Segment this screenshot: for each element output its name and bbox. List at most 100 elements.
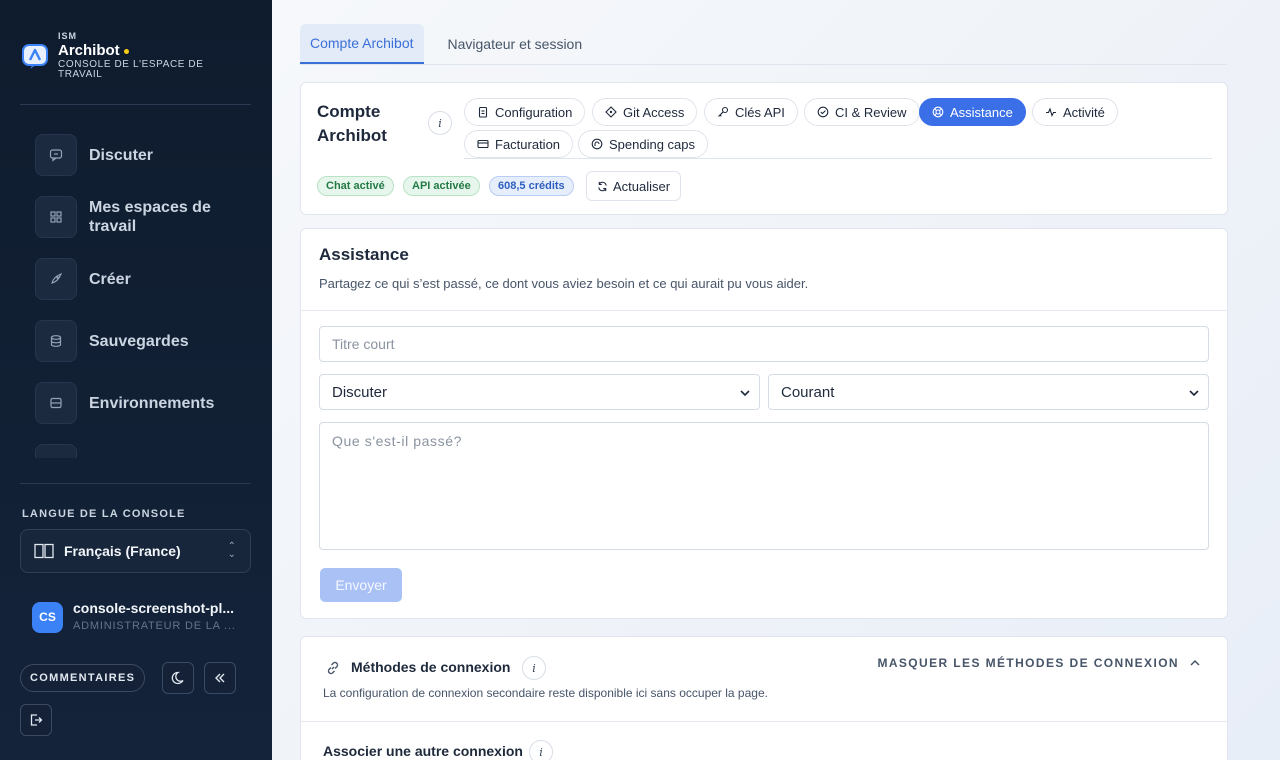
- chip-label: Assistance: [950, 104, 1013, 120]
- archibot-logo-icon: [22, 44, 48, 69]
- assistance-title: Assistance: [319, 245, 409, 264]
- description-textarea[interactable]: [319, 422, 1209, 550]
- key-icon: [718, 106, 729, 117]
- top-tabs: Compte Archibot Navigateur et session: [300, 24, 1227, 65]
- connections-description: La configuration de connexion secondaire…: [323, 686, 768, 700]
- sidebar-item-environnements[interactable]: Environnements: [20, 372, 252, 434]
- status-dot: [123, 48, 129, 54]
- chip-label: CI & Review: [835, 104, 907, 120]
- account-card: Compte Archibot i Configuration Git Acce…: [300, 82, 1228, 215]
- sidebar-item-label: Discuter: [89, 146, 154, 164]
- chevron-down-icon: [1189, 390, 1199, 397]
- chevrons-left-icon: [215, 673, 225, 683]
- chip-label: Git Access: [623, 104, 685, 120]
- grid-icon: [35, 196, 77, 238]
- chip-configuration[interactable]: Configuration: [464, 98, 586, 126]
- feedback-button[interactable]: COMMENTAIRES: [20, 664, 146, 692]
- chip-assistance[interactable]: Assistance: [919, 98, 1026, 126]
- theme-toggle-button[interactable]: [162, 662, 194, 694]
- logout-icon: [30, 714, 43, 726]
- info-button[interactable]: i: [428, 111, 452, 135]
- avatar: CS: [32, 601, 63, 633]
- brand-subtitle: CONSOLE DE L'ESPACE DE TRAVAIL: [58, 59, 204, 80]
- clipboard-icon: [478, 106, 488, 118]
- check-circle-icon: [817, 106, 829, 118]
- title-input[interactable]: [319, 326, 1209, 362]
- git-icon: [605, 106, 617, 118]
- main-content: Compte Archibot Navigateur et session Co…: [272, 0, 1280, 760]
- chip-label: Activité: [1063, 104, 1105, 120]
- collapse-sidebar-button[interactable]: [204, 662, 236, 694]
- sidebar-item-creer[interactable]: Créer: [20, 248, 252, 310]
- chip-label: Facturation: [495, 136, 561, 152]
- chip-ci-review[interactable]: CI & Review: [804, 98, 920, 126]
- connections-title: Méthodes de connexion: [351, 659, 511, 675]
- sidebar-item-label: Créer: [89, 270, 131, 288]
- chip-activite[interactable]: Activité: [1032, 98, 1118, 126]
- tab-navigateur-session[interactable]: Navigateur et session: [438, 24, 593, 64]
- chip-label: Configuration: [495, 104, 573, 120]
- lifebuoy-icon: [932, 106, 944, 118]
- sidebar-nav: Discuter Mes espaces de travail Créer Sa…: [20, 124, 252, 458]
- priority-selected: Courant: [781, 383, 835, 401]
- sidebar-item-more[interactable]: [20, 434, 252, 458]
- status-badge-chat: Chat activé: [317, 176, 394, 196]
- credits-badge: 608,5 crédits: [489, 176, 574, 196]
- logout-button[interactable]: [20, 704, 52, 736]
- activity-icon: [1046, 107, 1056, 117]
- database-icon: [35, 320, 77, 362]
- status-badge-api: API activée: [403, 176, 480, 196]
- book-icon: [34, 543, 54, 559]
- brand-kicker: ISM: [58, 31, 78, 41]
- sidebar-item-workspaces[interactable]: Mes espaces de travail: [20, 186, 252, 248]
- connections-card: Méthodes de connexion i La configuration…: [300, 636, 1228, 760]
- info-button[interactable]: i: [522, 656, 546, 680]
- sidebar-item-discuter[interactable]: Discuter: [20, 124, 252, 186]
- chip-facturation[interactable]: Facturation: [464, 130, 574, 158]
- brand-name: Archibot: [58, 42, 218, 60]
- chevron-updown-icon: ⌃ ⌄: [227, 541, 236, 560]
- chevron-down-icon: [740, 390, 750, 397]
- brand[interactable]: ISM Archibot CONSOLE DE L'ESPACE DE TRAV…: [22, 30, 218, 80]
- link-icon: [327, 661, 339, 675]
- assistance-description: Partagez ce qui s’est passé, ce dont vou…: [319, 276, 809, 291]
- sidebar-item-sauvegardes[interactable]: Sauvegardes: [20, 310, 252, 372]
- sidebar-item-label: Sauvegardes: [89, 332, 189, 350]
- refresh-icon: [598, 181, 607, 191]
- associate-connection-title: Associer une autre connexion: [323, 743, 523, 759]
- assistance-card: Assistance Partagez ce qui s’est passé, …: [300, 228, 1228, 619]
- sidebar: ISM Archibot CONSOLE DE L'ESPACE DE TRAV…: [0, 0, 272, 760]
- server-icon: [35, 382, 77, 424]
- category-select[interactable]: Discuter: [319, 374, 760, 410]
- rocket-icon: [35, 258, 77, 300]
- tab-compte-archibot[interactable]: Compte Archibot: [300, 24, 424, 64]
- sidebar-item-label: Mes espaces de travail: [89, 199, 211, 235]
- chip-label: Clés API: [735, 104, 785, 120]
- chevron-up-icon: [1190, 659, 1200, 666]
- chat-icon: [35, 134, 77, 176]
- user-name: console-screenshot-pl...: [73, 600, 235, 616]
- chip-cles-api[interactable]: Clés API: [704, 98, 798, 126]
- info-button[interactable]: i: [529, 740, 553, 760]
- language-select[interactable]: Français (France) ⌃ ⌄: [20, 529, 251, 573]
- submit-button[interactable]: Envoyer: [320, 568, 402, 602]
- sidebar-item-label: Environnements: [89, 394, 215, 412]
- chip-git-access[interactable]: Git Access: [592, 98, 698, 126]
- divider: [20, 483, 251, 484]
- user-role: ADMINISTRATEUR DE LA ...: [73, 620, 236, 632]
- chip-spending-caps[interactable]: Spending caps: [578, 130, 709, 158]
- refresh-label: Actualiser: [613, 178, 671, 194]
- user-profile[interactable]: CS console-screenshot-pl... ADMINISTRATE…: [32, 600, 241, 634]
- priority-select[interactable]: Courant: [768, 374, 1209, 410]
- refresh-button[interactable]: Actualiser: [586, 171, 682, 201]
- card-icon: [477, 139, 489, 149]
- account-title: Compte Archibot: [317, 102, 387, 145]
- more-icon: [35, 444, 77, 458]
- hide-connections-toggle[interactable]: MASQUER LES MÉTHODES DE CONNEXION: [877, 656, 1201, 670]
- toggle-label: MASQUER LES MÉTHODES DE CONNEXION: [877, 656, 1179, 670]
- language-title: LANGUE DE LA CONSOLE: [22, 508, 186, 520]
- category-selected: Discuter: [332, 383, 388, 401]
- language-selected: Français (France): [64, 543, 181, 559]
- connections-header: Méthodes de connexion i La configuration…: [301, 637, 1227, 722]
- moon-icon: [171, 671, 184, 685]
